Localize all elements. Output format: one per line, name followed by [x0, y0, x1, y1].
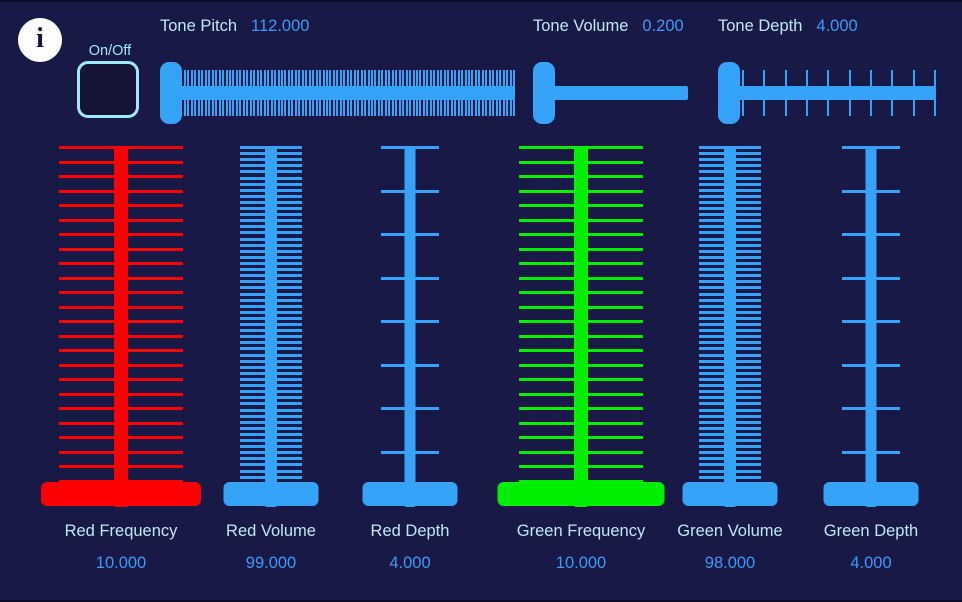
green-depth-ticks	[791, 142, 951, 507]
red-depth-handle[interactable]	[362, 482, 458, 506]
red-frequency-track-area[interactable]	[41, 142, 201, 507]
red-depth-value: 4.000	[389, 554, 431, 572]
red-volume-handle[interactable]	[223, 482, 319, 506]
tone-volume-handle[interactable]	[533, 62, 555, 124]
green-volume-handle[interactable]	[682, 482, 778, 506]
green-frequency-label: Green Frequency	[516, 522, 646, 540]
tone-depth-caption: Tone Depth 4.000	[718, 17, 858, 36]
green-frequency-handle[interactable]	[497, 482, 665, 506]
green-frequency-ticks	[501, 142, 661, 507]
slider-green-frequency[interactable]: Green Frequency 10.000	[497, 142, 665, 600]
tone-volume-track[interactable]	[533, 86, 688, 100]
tone-volume-track-area[interactable]	[533, 62, 688, 124]
red-frequency-ticks	[41, 142, 201, 507]
red-depth-ticks	[330, 142, 490, 507]
red-frequency-label: Red Frequency	[64, 522, 178, 540]
power-toggle-label: On/Off	[88, 43, 132, 59]
power-toggle-button[interactable]	[77, 61, 139, 118]
tone-pitch-handle[interactable]	[160, 62, 182, 124]
red-depth-track-area[interactable]	[330, 142, 490, 507]
info-icon[interactable]: i	[18, 18, 62, 62]
tone-depth-label: Tone Depth	[718, 17, 803, 35]
green-frequency-track-area[interactable]	[497, 142, 665, 507]
green-volume-label: Green Volume	[677, 522, 783, 540]
tone-volume-caption: Tone Volume 0.200	[533, 17, 684, 36]
slider-red-frequency[interactable]: Red Frequency 10.000	[41, 142, 201, 600]
control-panel: i On/Off Tone Pitch 112.000 Tone Volume 0.2…	[0, 0, 962, 602]
red-volume-value: 99.000	[245, 554, 297, 572]
slider-red-volume[interactable]: Red Volume 99.000	[191, 142, 351, 600]
green-depth-track-area[interactable]	[791, 142, 951, 507]
red-volume-track-area[interactable]	[191, 142, 351, 507]
green-volume-track-area[interactable]	[650, 142, 810, 507]
green-frequency-value: 10.000	[555, 554, 607, 572]
red-frequency-value: 10.000	[95, 554, 147, 572]
tone-pitch-label: Tone Pitch	[160, 17, 238, 35]
red-frequency-handle[interactable]	[41, 482, 201, 506]
red-volume-label: Red Volume	[226, 522, 316, 540]
tone-pitch-caption: Tone Pitch 112.000	[160, 17, 309, 36]
tone-pitch-value: 112.000	[251, 17, 310, 35]
green-volume-value: 98.000	[704, 554, 756, 572]
power-toggle-group: On/Off	[77, 44, 143, 118]
red-volume-ticks	[191, 142, 351, 507]
slider-red-depth[interactable]: Red Depth 4.000	[330, 142, 490, 600]
tone-depth-handle[interactable]	[718, 62, 740, 124]
tone-pitch-ticks	[160, 62, 515, 124]
info-glyph: i	[36, 23, 44, 54]
slider-green-depth[interactable]: Green Depth 4.000	[791, 142, 951, 600]
slider-green-volume[interactable]: Green Volume 98.000	[650, 142, 810, 600]
green-depth-label: Green Depth	[823, 522, 919, 540]
green-depth-value: 4.000	[850, 554, 892, 572]
green-volume-ticks	[650, 142, 810, 507]
tone-volume-label: Tone Volume	[533, 17, 629, 35]
tone-pitch-track-area[interactable]	[160, 62, 515, 124]
red-depth-label: Red Depth	[370, 522, 450, 540]
green-depth-handle[interactable]	[823, 482, 919, 506]
tone-depth-track-area[interactable]	[718, 62, 936, 124]
tone-depth-value: 4.000	[816, 17, 858, 35]
tone-depth-ticks	[718, 62, 936, 124]
tone-volume-value: 0.200	[642, 17, 684, 35]
